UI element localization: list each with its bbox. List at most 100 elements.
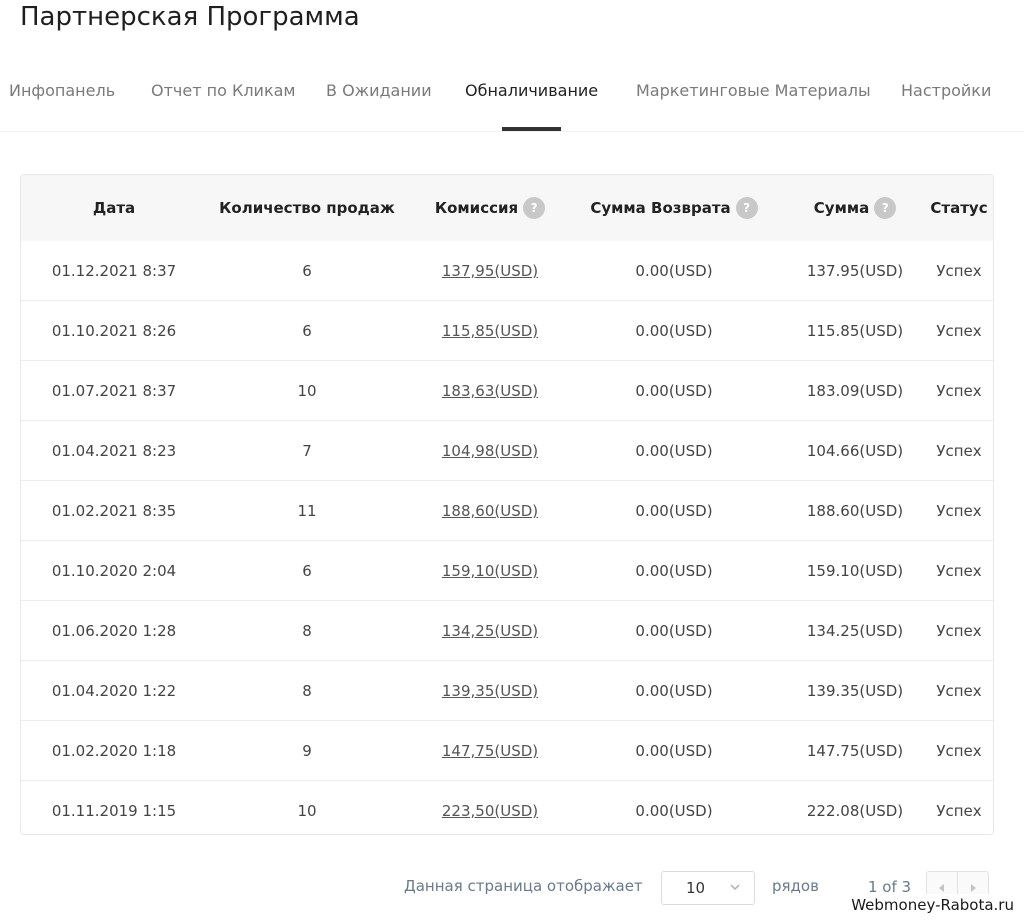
commission-link[interactable]: 137,95(USD) <box>407 241 573 300</box>
cell-amount: 115.85(USD) <box>806 321 904 340</box>
commission-link[interactable]: 115,85(USD) <box>407 301 573 360</box>
cell-refund: 0.00(USD) <box>635 801 713 820</box>
cell-status: Успех <box>936 681 982 700</box>
cell-date: 01.02.2020 1:18 <box>51 741 177 760</box>
cell-sales: 6 <box>302 321 312 340</box>
cell-amount: 159.10(USD) <box>806 561 904 580</box>
column-header-status: Статус <box>925 175 993 241</box>
chevron-right-icon <box>971 884 976 892</box>
table-row: 01.10.2021 8:26 6 115,85(USD) 0.00(USD) … <box>21 301 993 361</box>
tab-marketing-materials[interactable]: Маркетинговые Материалы <box>636 80 871 102</box>
cell-date: 01.04.2021 8:23 <box>51 441 177 460</box>
column-header-status-label: Статус <box>930 199 988 217</box>
column-header-sales: Количество продаж <box>207 175 407 241</box>
column-header-date-label: Дата <box>92 199 136 217</box>
cell-sales: 8 <box>302 681 312 700</box>
cell-sales: 6 <box>302 261 312 280</box>
tab-dashboard[interactable]: Инфопанель <box>9 80 115 102</box>
commission-link[interactable]: 223,50(USD) <box>407 781 573 834</box>
cell-date: 01.07.2021 8:37 <box>51 381 177 400</box>
cell-date: 01.10.2020 2:04 <box>51 561 177 580</box>
cell-status: Успех <box>936 741 982 760</box>
cell-sales: 7 <box>302 441 312 460</box>
cell-sales: 6 <box>302 561 312 580</box>
table-row: 01.02.2021 8:35 11 188,60(USD) 0.00(USD)… <box>21 481 993 541</box>
cell-amount: 134.25(USD) <box>806 621 904 640</box>
cell-date: 01.02.2021 8:35 <box>51 501 177 520</box>
table-row: 01.07.2021 8:37 10 183,63(USD) 0.00(USD)… <box>21 361 993 421</box>
table-row: 01.04.2021 8:23 7 104,98(USD) 0.00(USD) … <box>21 421 993 481</box>
cell-sales: 10 <box>297 381 317 400</box>
cell-status: Успех <box>936 561 982 580</box>
column-header-commission: Комиссия ? <box>407 175 573 241</box>
cell-amount: 188.60(USD) <box>806 501 904 520</box>
column-header-commission-label: Комиссия <box>434 199 519 217</box>
commission-link[interactable]: 104,98(USD) <box>407 421 573 480</box>
rows-unit-label: рядов <box>772 877 819 895</box>
cell-amount: 222.08(USD) <box>806 801 904 820</box>
column-header-date: Дата <box>21 175 207 241</box>
question-icon[interactable]: ? <box>874 197 897 219</box>
cell-refund: 0.00(USD) <box>635 321 713 340</box>
cell-amount: 147.75(USD) <box>806 741 904 760</box>
column-header-refund: Сумма Возврата ? <box>573 175 775 241</box>
cell-refund: 0.00(USD) <box>635 621 713 640</box>
commission-link[interactable]: 134,25(USD) <box>407 601 573 660</box>
cell-sales: 8 <box>302 621 312 640</box>
column-header-sales-label: Количество продаж <box>219 199 395 217</box>
affiliate-page: Партнерская Программа Инфопанель Отчет п… <box>0 0 1024 922</box>
cell-refund: 0.00(USD) <box>635 261 713 280</box>
cell-date: 01.06.2020 1:28 <box>51 621 177 640</box>
commission-link[interactable]: 183,63(USD) <box>407 361 573 420</box>
cell-date: 01.04.2020 1:22 <box>51 681 177 700</box>
cell-refund: 0.00(USD) <box>635 441 713 460</box>
rows-per-page-select[interactable]: 10 <box>661 871 755 905</box>
question-icon[interactable]: ? <box>735 197 758 219</box>
table-row: 01.12.2021 8:37 6 137,95(USD) 0.00(USD) … <box>21 241 993 301</box>
commission-link[interactable]: 147,75(USD) <box>407 721 573 780</box>
chevron-left-icon <box>939 884 944 892</box>
cell-sales: 9 <box>302 741 312 760</box>
cell-date: 01.10.2021 8:26 <box>51 321 177 340</box>
commission-link[interactable]: 139,35(USD) <box>407 661 573 720</box>
watermark: Webmoney-Rabota.ru <box>847 894 1018 916</box>
cell-amount: 104.66(USD) <box>806 441 904 460</box>
column-header-amount-label: Сумма <box>813 199 870 217</box>
table-header: Дата Количество продаж Комиссия ? Сумма … <box>21 175 993 241</box>
rows-per-page-value: 10 <box>686 879 706 897</box>
cell-status: Успех <box>936 321 982 340</box>
cell-sales: 10 <box>297 801 317 820</box>
cell-amount: 137.95(USD) <box>806 261 904 280</box>
cell-refund: 0.00(USD) <box>635 681 713 700</box>
cell-refund: 0.00(USD) <box>635 501 713 520</box>
cell-amount: 139.35(USD) <box>806 681 904 700</box>
cell-date: 01.12.2021 8:37 <box>51 261 177 280</box>
tab-pending[interactable]: В Ожидании <box>326 80 432 102</box>
cell-refund: 0.00(USD) <box>635 741 713 760</box>
rows-per-page-label: Данная страница отображает <box>404 877 643 895</box>
table-body: 01.12.2021 8:37 6 137,95(USD) 0.00(USD) … <box>21 241 993 834</box>
commission-link[interactable]: 188,60(USD) <box>407 481 573 540</box>
commission-link[interactable]: 159,10(USD) <box>407 541 573 600</box>
tab-cashout[interactable]: Обналичивание <box>465 80 598 102</box>
tab-click-report[interactable]: Отчет по Кликам <box>151 80 295 102</box>
table-row: 01.02.2020 1:18 9 147,75(USD) 0.00(USD) … <box>21 721 993 781</box>
column-header-amount: Сумма ? <box>775 175 935 241</box>
cell-status: Успех <box>936 261 982 280</box>
cell-amount: 183.09(USD) <box>806 381 904 400</box>
cashout-table: Дата Количество продаж Комиссия ? Сумма … <box>20 174 994 835</box>
tab-settings[interactable]: Настройки <box>901 80 991 102</box>
cell-refund: 0.00(USD) <box>635 561 713 580</box>
table-row: 01.04.2020 1:22 8 139,35(USD) 0.00(USD) … <box>21 661 993 721</box>
chevron-down-icon <box>730 884 740 891</box>
cell-sales: 11 <box>297 501 317 520</box>
table-row: 01.06.2020 1:28 8 134,25(USD) 0.00(USD) … <box>21 601 993 661</box>
active-tab-indicator <box>502 127 561 131</box>
table-row: 01.10.2020 2:04 6 159,10(USD) 0.00(USD) … <box>21 541 993 601</box>
page-title: Партнерская Программа <box>20 2 360 32</box>
cell-date: 01.11.2019 1:15 <box>51 801 177 820</box>
question-icon[interactable]: ? <box>523 197 546 219</box>
tab-bar: Инфопанель Отчет по Кликам В Ожидании Об… <box>0 68 1024 132</box>
cell-status: Успех <box>936 381 982 400</box>
cell-status: Успех <box>936 801 982 820</box>
